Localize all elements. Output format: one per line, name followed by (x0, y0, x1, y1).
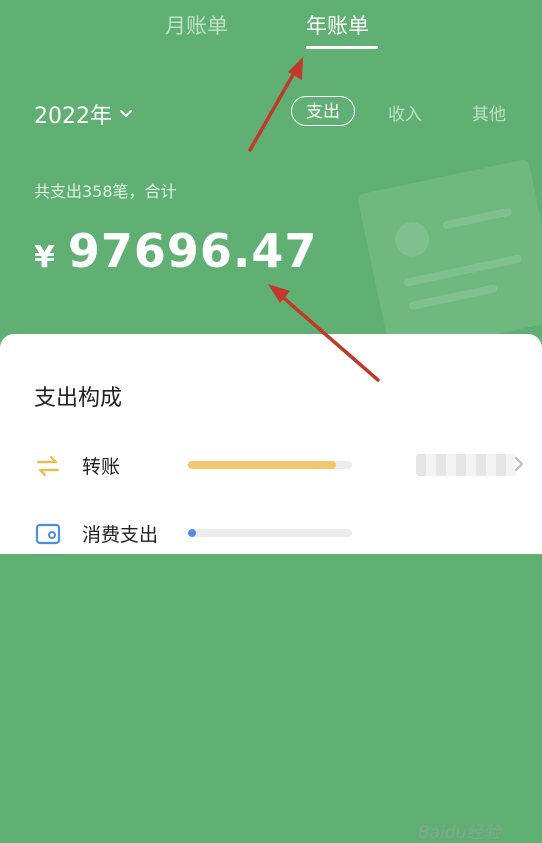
header: 月账单 年账单 2022年 支出 收入 其他 共支出358笔，合计 ¥ 9769… (0, 0, 542, 360)
blurred-amount (416, 454, 516, 476)
breakdown-label: 消费支出 (82, 524, 159, 546)
currency-symbol: ¥ (34, 240, 56, 275)
breakdown-title: 支出构成 (34, 386, 123, 411)
active-tab-indicator (306, 46, 378, 49)
receipt-decoration-icon (356, 158, 542, 357)
breakdown-row-consumption[interactable]: 消费支出 (34, 514, 534, 554)
chevron-right-icon (515, 457, 523, 471)
total-amount: ¥ 97696.47 (34, 224, 317, 278)
shopping-icon (35, 523, 61, 545)
progress-track (188, 529, 352, 537)
segment-income[interactable]: 收入 (388, 100, 422, 125)
progress-track (188, 461, 352, 469)
chevron-down-icon (120, 110, 132, 117)
progress-fill (188, 461, 336, 469)
year-dropdown-label: 2022年 (34, 104, 112, 129)
watermark: Baidu经验 (418, 823, 501, 843)
breakdown-row-transfer[interactable]: 转账 (34, 446, 534, 486)
transfer-icon (36, 455, 60, 477)
tab-month-bill[interactable]: 月账单 (165, 10, 228, 40)
tab-year-bill[interactable]: 年账单 (306, 10, 369, 40)
progress-fill (188, 529, 197, 537)
segment-other[interactable]: 其他 (472, 100, 506, 125)
year-dropdown[interactable]: 2022年 (34, 98, 134, 130)
breakdown-label: 转账 (82, 456, 121, 478)
total-amount-value: 97696.47 (67, 224, 318, 278)
segment-expense[interactable]: 支出 (291, 96, 355, 126)
breakdown-panel: 支出构成 转账 消费支出 Baidu经验 (0, 334, 542, 843)
expense-summary: 共支出358笔，合计 (34, 182, 177, 201)
